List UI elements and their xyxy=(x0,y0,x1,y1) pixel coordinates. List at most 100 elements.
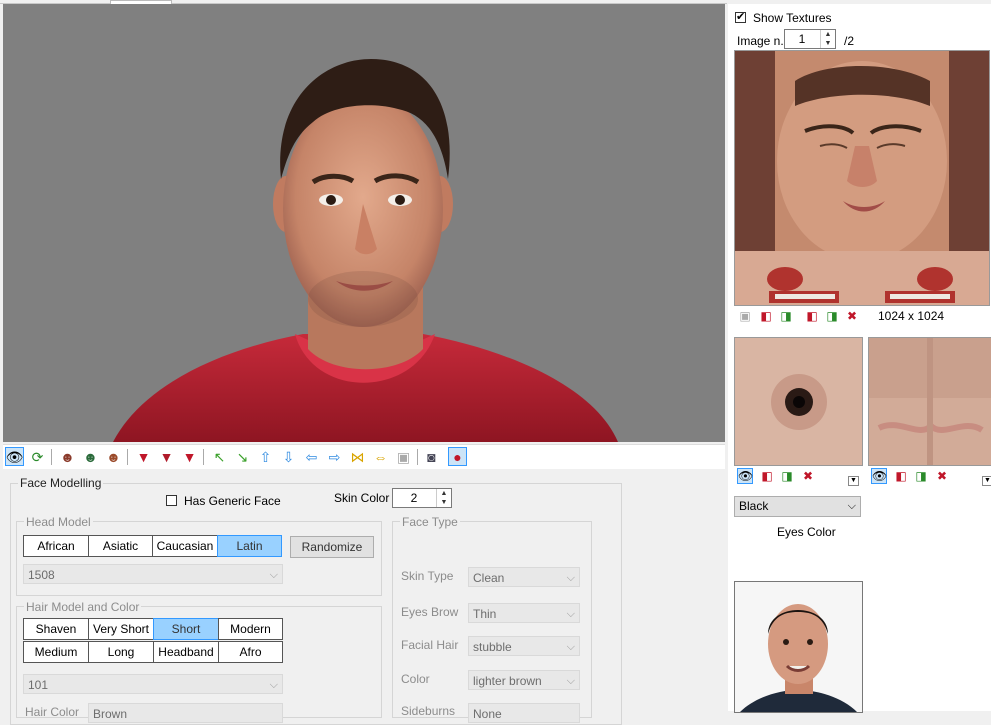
player-photo-render xyxy=(735,582,862,712)
import-icon[interactable]: ◧ xyxy=(893,468,909,484)
eyes-color-select[interactable]: Black ⌵ xyxy=(734,496,861,517)
save-icon[interactable]: ▣ xyxy=(394,447,413,466)
skin-color-stepper[interactable]: 2 ▲ ▼ xyxy=(392,488,452,508)
arrow-down-right-icon[interactable]: ↘ xyxy=(233,447,252,466)
skin-type-select[interactable]: Clean ⌵ xyxy=(468,567,580,587)
export-icon[interactable]: ◨ xyxy=(778,308,794,324)
delete-icon[interactable]: ✖ xyxy=(934,468,950,484)
save-icon[interactable]: ▣ xyxy=(737,308,753,324)
show-textures-checkbox[interactable] xyxy=(735,10,746,23)
hair-model-select[interactable]: 101 ⌵ xyxy=(23,674,283,694)
head-model-select[interactable]: 1508 ⌵ xyxy=(23,564,283,584)
spin-arrows-icon[interactable]: ▲ ▼ xyxy=(820,30,835,48)
shirt-view-icon[interactable]: ● xyxy=(448,447,467,466)
chevron-down-icon: ⌵ xyxy=(566,641,575,653)
skin-type-label: Skin Type xyxy=(401,569,454,583)
toolbar-separator xyxy=(203,449,204,465)
hair-model-value: 101 xyxy=(28,678,49,692)
eyes-brow-label: Eyes Brow xyxy=(401,605,459,619)
hair-long-button[interactable]: Long xyxy=(88,641,154,663)
body-texture-render xyxy=(869,338,991,465)
arrow-left-icon[interactable]: ⇦ xyxy=(302,447,321,466)
sideburns-label: Sideburns xyxy=(401,704,456,718)
facial-hair-color-value: lighter brown xyxy=(473,674,542,688)
arrow-down-icon[interactable]: ⇩ xyxy=(279,447,298,466)
expand-horizontal-icon[interactable]: ⇔ xyxy=(371,447,390,466)
spin-arrows-icon[interactable]: ▲ ▼ xyxy=(436,489,451,507)
randomize-button[interactable]: Randomize xyxy=(290,536,374,558)
image-n-value: 1 xyxy=(798,32,806,46)
hair-color-label: Hair Color xyxy=(25,705,80,719)
sideburns-select[interactable]: None xyxy=(468,703,580,723)
face-type-title: Face Type xyxy=(400,515,460,529)
dropdown-arrow-icon[interactable]: ▼ xyxy=(982,476,991,486)
face-texture-toolbar: ▣ ◧ ◨ ◧ ◨ ✖ 1024 x 1024 xyxy=(734,306,988,326)
image-n-label: Image n. xyxy=(737,34,784,48)
hair-headband-button[interactable]: Headband xyxy=(153,641,219,663)
import-icon[interactable]: ◧ xyxy=(758,308,774,324)
shrink-horizontal-icon[interactable]: ⋈ xyxy=(348,447,367,466)
body-texture-toolbar: 👁 ◧ ◨ ✖ ▼ xyxy=(868,466,991,486)
refresh-icon[interactable]: ⟳ xyxy=(28,447,47,466)
body-texture-image xyxy=(868,337,991,466)
dropdown-arrow-icon[interactable]: ▼ xyxy=(848,476,859,486)
eyes-color-label: Eyes Color xyxy=(777,525,836,539)
eyes-brow-value: Thin xyxy=(473,607,497,621)
eye-icon[interactable]: 👁 xyxy=(737,468,753,484)
hair-color-select[interactable]: Brown xyxy=(88,703,283,723)
eye-texture-toolbar: 👁 ◧ ◨ ✖ ▼ xyxy=(734,466,861,486)
hair-model-title: Hair Model and Color xyxy=(24,600,142,614)
delete-icon[interactable]: ✖ xyxy=(800,468,816,484)
head-model-group xyxy=(16,521,382,596)
head-model-title: Head Model xyxy=(24,515,93,529)
hair-short-button[interactable]: Short xyxy=(153,618,219,640)
eye-icon[interactable]: 👁 xyxy=(5,447,24,466)
head-front-icon[interactable]: ☻ xyxy=(58,447,77,466)
head-green-icon[interactable]: ☻ xyxy=(81,447,100,466)
face-modelling-title: Face Modelling xyxy=(18,476,104,490)
export-icon[interactable]: ◨ xyxy=(913,468,929,484)
hair-modern-button[interactable]: Modern xyxy=(218,618,283,640)
import-icon[interactable]: ◧ xyxy=(759,468,775,484)
has-generic-face-checkbox[interactable] xyxy=(166,495,177,506)
hair-very-short-button[interactable]: Very Short xyxy=(88,618,154,640)
arrow-up-icon[interactable]: ⇧ xyxy=(256,447,275,466)
head-african-button[interactable]: African xyxy=(23,535,89,557)
arrow-right-icon[interactable]: ⇨ xyxy=(325,447,344,466)
face-3d-viewport[interactable] xyxy=(3,4,725,442)
sideburns-value: None xyxy=(473,707,502,721)
camera-icon[interactable]: ◙ xyxy=(422,447,441,466)
eye-icon[interactable]: 👁 xyxy=(871,468,887,484)
image-n-stepper[interactable]: 1 ▲ ▼ xyxy=(784,29,836,49)
head-asiatic-button[interactable]: Asiatic xyxy=(88,535,153,557)
facial-hair-color-select[interactable]: lighter brown ⌵ xyxy=(468,670,580,690)
has-generic-face-label: Has Generic Face xyxy=(184,494,281,508)
head-model-value: 1508 xyxy=(28,568,55,582)
shirt-red-icon[interactable]: ▼ xyxy=(134,447,153,466)
show-textures-label: Show Textures xyxy=(753,11,832,25)
hair-shaven-button[interactable]: Shaven xyxy=(23,618,89,640)
export-icon[interactable]: ◨ xyxy=(779,468,795,484)
head-caucasian-button[interactable]: Caucasian xyxy=(152,535,218,557)
toolbar-separator xyxy=(127,449,128,465)
head-side-icon[interactable]: ☻ xyxy=(104,447,123,466)
skin-type-value: Clean xyxy=(473,571,505,585)
export-alpha-icon[interactable]: ◨ xyxy=(824,308,840,324)
chevron-down-icon: ⌵ xyxy=(566,572,575,584)
head-latin-button[interactable]: Latin xyxy=(217,535,282,557)
facial-hair-select[interactable]: stubble ⌵ xyxy=(468,636,580,656)
eyes-brow-select[interactable]: Thin ⌵ xyxy=(468,603,580,623)
chevron-down-icon: ⌵ xyxy=(847,500,856,512)
player-head-render xyxy=(113,59,618,442)
shirt-red-x-icon[interactable]: ▼ xyxy=(180,447,199,466)
shirt-green-icon[interactable]: ▼ xyxy=(157,447,176,466)
delete-icon[interactable]: ✖ xyxy=(844,308,860,324)
toolbar-separator xyxy=(51,449,52,465)
arrow-up-left-icon[interactable]: ↖ xyxy=(210,447,229,466)
skin-color-label: Skin Color xyxy=(334,491,390,505)
facial-hair-label: Facial Hair xyxy=(401,638,459,652)
facial-hair-value: stubble xyxy=(473,640,512,654)
import-alpha-icon[interactable]: ◧ xyxy=(804,308,820,324)
hair-medium-button[interactable]: Medium xyxy=(23,641,89,663)
hair-afro-button[interactable]: Afro xyxy=(218,641,283,663)
